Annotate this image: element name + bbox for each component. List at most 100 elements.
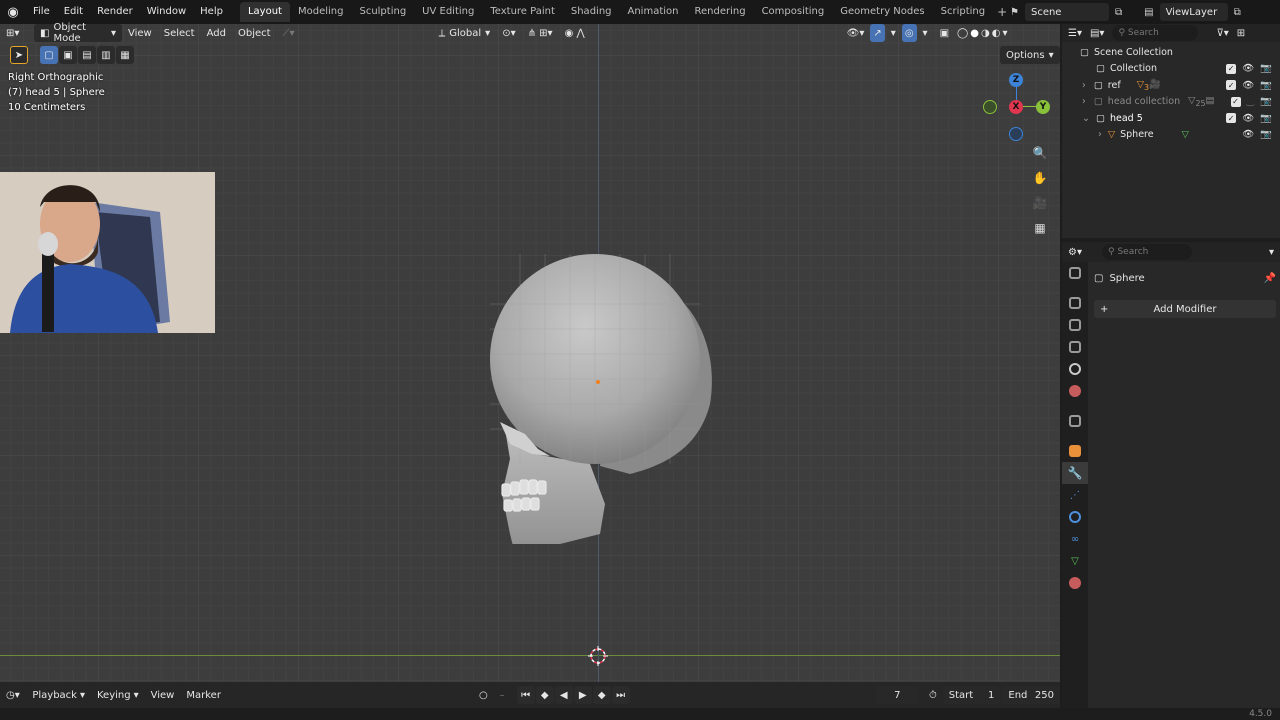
menu-add[interactable]: Add xyxy=(201,24,232,42)
gizmo-neg-z-axis[interactable] xyxy=(1009,127,1023,141)
proportional-edit-icon[interactable]: ◉ ⋀ xyxy=(559,24,591,42)
navigation-gizmo[interactable]: Z X Y xyxy=(982,72,1052,142)
new-view-layer-icon[interactable]: ⧉ xyxy=(1234,7,1241,18)
outliner-row-sphere[interactable]: › ▽ Sphere ▽ 👁 📷 xyxy=(1062,127,1280,144)
outliner-row-head-5[interactable]: ⌄ ▢ head 5 ✓ 👁 📷 xyxy=(1062,110,1280,127)
tab-constraints[interactable]: ∞ xyxy=(1062,528,1088,550)
tab-sculpting[interactable]: Sculpting xyxy=(351,2,414,22)
menu-view[interactable]: View xyxy=(122,24,158,42)
jump-start-icon[interactable]: ⏮ xyxy=(516,686,535,704)
gizmo-dropdown-icon[interactable]: ▾ xyxy=(885,24,902,42)
select-extend-icon[interactable]: ▣ xyxy=(59,46,77,64)
blender-logo-icon[interactable]: ◉ xyxy=(0,0,26,24)
tab-modeling[interactable]: Modeling xyxy=(290,2,352,22)
select-tool-icon[interactable]: ➤ xyxy=(10,46,28,64)
select-difference-icon[interactable]: ▥ xyxy=(97,46,115,64)
options-dropdown[interactable]: Options ▾ xyxy=(1000,46,1060,64)
properties-options-icon[interactable]: ▾ xyxy=(1269,247,1274,258)
gizmo-neg-y-axis[interactable] xyxy=(983,100,997,114)
gizmo-toggle-icon[interactable]: ↗ xyxy=(870,24,885,42)
menu-marker[interactable]: Marker xyxy=(180,686,227,704)
add-modifier-button[interactable]: + Add Modifier xyxy=(1094,300,1276,318)
mesh-data-icon[interactable]: ▽ xyxy=(1182,129,1189,140)
overlay-toggle-icon[interactable]: ◎ xyxy=(901,24,917,42)
pan-hand-icon[interactable]: ✋ xyxy=(1030,168,1050,188)
tab-world[interactable] xyxy=(1062,380,1088,402)
jump-keyframe-forward-icon[interactable]: ◆ xyxy=(592,686,611,704)
start-frame-field[interactable]: Start 1 xyxy=(942,686,1001,704)
tab-uv-editing[interactable]: UV Editing xyxy=(414,2,482,22)
exclude-checkbox[interactable]: ✓ xyxy=(1226,113,1237,124)
add-workspace-icon[interactable]: + xyxy=(993,5,1007,19)
gizmo-y-axis[interactable]: Y xyxy=(1036,100,1050,114)
shading-dropdown-icon[interactable]: ▾ xyxy=(1002,28,1007,39)
end-frame-field[interactable]: End 250 xyxy=(1002,686,1061,704)
auto-keying-icon[interactable]: ○ xyxy=(473,686,494,704)
eye-icon[interactable]: 👁 xyxy=(1242,129,1254,140)
tab-tool[interactable] xyxy=(1062,262,1088,284)
menu-edit[interactable]: Edit xyxy=(57,0,90,24)
pin-icon[interactable]: 📌 xyxy=(1264,273,1276,284)
menu-keying[interactable]: Keying ▾ xyxy=(91,686,145,704)
tab-render[interactable] xyxy=(1062,292,1088,314)
camera-icon[interactable]: 📷 xyxy=(1260,63,1272,74)
3d-viewport[interactable] xyxy=(0,24,1060,682)
current-frame-field[interactable]: 7 xyxy=(875,686,919,704)
menu-help[interactable]: Help xyxy=(193,0,230,24)
tab-view-layer[interactable] xyxy=(1062,336,1088,358)
exclude-checkbox[interactable]: ✓ xyxy=(1230,96,1241,107)
wireframe-shading-icon[interactable]: ◯ xyxy=(957,28,968,39)
orientation-dropdown[interactable]: ⟂ Global ▾ xyxy=(433,24,497,42)
tab-shading[interactable]: Shading xyxy=(563,2,620,22)
camera-icon[interactable]: 📷 xyxy=(1260,96,1272,107)
properties-editor-icon[interactable]: ⚙▾ xyxy=(1068,247,1082,258)
menu-select[interactable]: Select xyxy=(158,24,201,42)
eye-icon[interactable]: 👁 xyxy=(1242,113,1254,124)
filter-icon[interactable]: ⊽▾ xyxy=(1216,28,1228,39)
mode-dropdown[interactable]: ◧ Object Mode ▾ xyxy=(34,22,122,44)
preview-range-icon[interactable]: ⏱ xyxy=(923,686,943,704)
menu-render[interactable]: Render xyxy=(90,0,140,24)
expand-arrow-icon[interactable]: › xyxy=(1098,129,1102,140)
camera-icon[interactable]: 📷 xyxy=(1260,129,1272,140)
collapse-arrow-icon[interactable]: ⌄ xyxy=(1082,113,1090,124)
scene-field[interactable]: Scene xyxy=(1024,3,1109,21)
menu-playback[interactable]: Playback ▾ xyxy=(26,686,91,704)
tab-data[interactable]: ▽ xyxy=(1062,550,1088,572)
eye-icon[interactable]: 👁 xyxy=(1242,80,1254,91)
outliner-row-scene-collection[interactable]: ▢ Scene Collection xyxy=(1062,44,1280,61)
menu-timeline-view[interactable]: View xyxy=(145,686,181,704)
zoom-icon[interactable]: 🔍 xyxy=(1030,143,1050,163)
solid-shading-icon[interactable]: ● xyxy=(970,28,979,39)
tab-compositing[interactable]: Compositing xyxy=(754,2,833,22)
new-collection-icon[interactable]: ⊞ xyxy=(1237,28,1245,39)
play-reverse-icon[interactable]: ◀ xyxy=(554,686,573,704)
3d-cursor-icon[interactable] xyxy=(588,646,608,666)
camera-icon[interactable]: 📷 xyxy=(1260,113,1272,124)
select-subtract-icon[interactable]: ▤ xyxy=(78,46,96,64)
expand-arrow-icon[interactable]: › xyxy=(1082,80,1086,91)
menu-object[interactable]: Object xyxy=(232,24,277,42)
gizmo-x-axis[interactable]: X xyxy=(1009,100,1023,114)
tab-output[interactable] xyxy=(1062,314,1088,336)
tab-scene[interactable] xyxy=(1062,358,1088,380)
tab-animation[interactable]: Animation xyxy=(620,2,687,22)
skull-model[interactable] xyxy=(480,244,730,544)
visibility-icon[interactable]: 👁▾ xyxy=(841,24,871,42)
select-new-icon[interactable]: ▢ xyxy=(40,46,58,64)
gizmo-z-axis[interactable]: Z xyxy=(1009,73,1023,87)
tab-particles[interactable]: ⋰ xyxy=(1062,484,1088,506)
timeline-editor-icon[interactable]: ◷▾ xyxy=(0,686,26,704)
tab-layout[interactable]: Layout xyxy=(239,2,290,22)
new-scene-icon[interactable]: ⧉ xyxy=(1115,7,1122,18)
tab-texture-paint[interactable]: Texture Paint xyxy=(482,2,563,22)
editor-type-button[interactable]: ⊞▾ xyxy=(0,24,34,42)
overlay-dropdown-icon[interactable]: ▾ xyxy=(917,24,934,42)
snap-icon[interactable]: ⋔ ⊞▾ xyxy=(522,24,559,42)
menu-window[interactable]: Window xyxy=(140,0,193,24)
xray-icon[interactable]: ▣ xyxy=(934,24,955,42)
exclude-checkbox[interactable]: ✓ xyxy=(1226,63,1237,74)
perspective-grid-icon[interactable]: ▦ xyxy=(1030,218,1050,238)
camera-view-icon[interactable]: 🎥 xyxy=(1030,193,1050,213)
play-icon[interactable]: ▶ xyxy=(573,686,592,704)
